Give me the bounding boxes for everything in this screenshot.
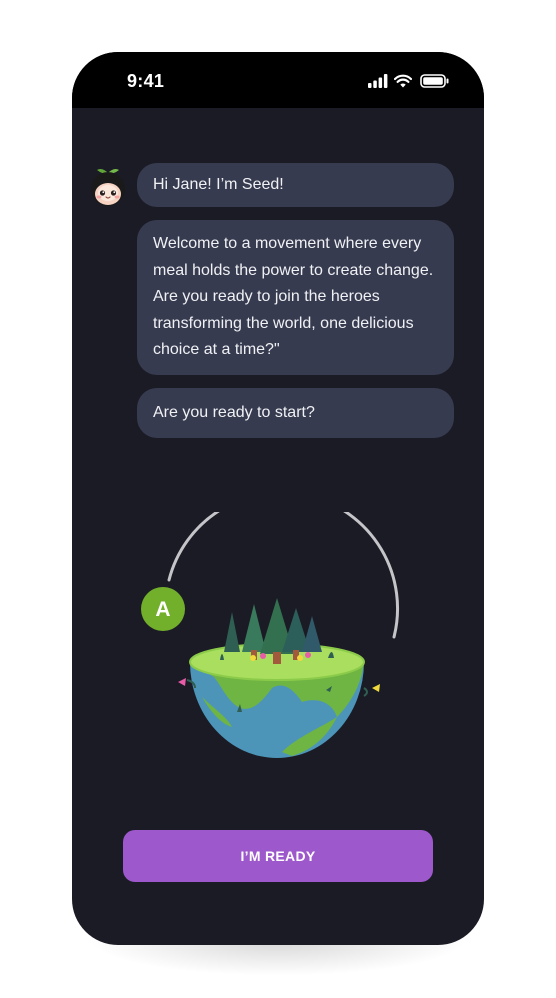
- earth-forest-illustration: A: [132, 490, 432, 772]
- status-time: 9:41: [127, 71, 165, 91]
- progress-arc: [167, 490, 400, 639]
- battery-icon: [420, 74, 449, 88]
- earth-forest-icon: [178, 598, 380, 758]
- chat-message-question: Are you ready to start?: [137, 388, 454, 438]
- progress-marker-label: A: [155, 598, 170, 621]
- signal-icon: [368, 74, 388, 88]
- seed-avatar-icon: [88, 167, 128, 207]
- phone-screen: 9:41 Hi Jane! I’m Seed! Welcome to a mov…: [72, 52, 484, 945]
- status-bar: 9:41: [72, 52, 484, 108]
- chat-message-greeting: Hi Jane! I’m Seed!: [137, 163, 454, 207]
- wifi-icon: [394, 74, 412, 88]
- chat-message-welcome: Welcome to a movement where every meal h…: [137, 220, 454, 375]
- im-ready-button[interactable]: I’M READY: [123, 830, 433, 882]
